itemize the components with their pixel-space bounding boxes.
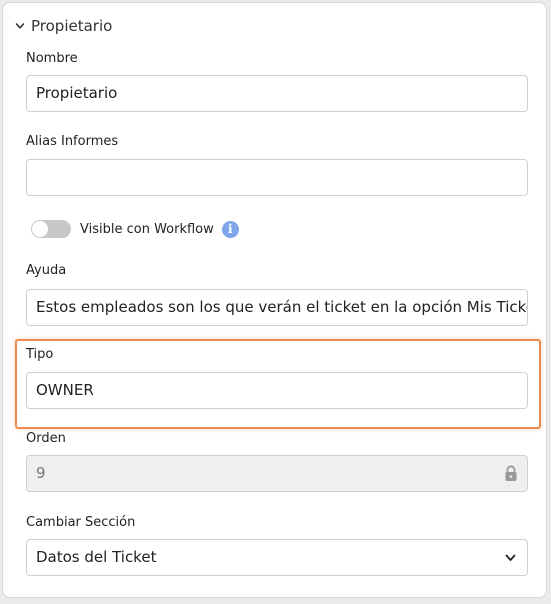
chevron-down-icon: [505, 554, 516, 561]
cambiar-seccion-value: Datos del Ticket: [36, 548, 157, 566]
orden-label: Orden: [26, 431, 66, 446]
orden-value: 9: [36, 464, 46, 482]
chevron-down-icon: [15, 23, 25, 29]
ayuda-input[interactable]: Estos empleados son los que verán el tic…: [26, 289, 528, 326]
properties-panel: Propietario Nombre Propietario Alias Inf…: [2, 2, 547, 598]
section-header-propietario[interactable]: Propietario: [15, 17, 112, 35]
alias-informes-label: Alias Informes: [26, 134, 119, 149]
alias-informes-input[interactable]: [26, 159, 528, 196]
visible-workflow-row: Visible con Workflow i: [31, 220, 239, 238]
tipo-label: Tipo: [26, 347, 54, 362]
cambiar-seccion-label: Cambiar Sección: [26, 515, 136, 530]
visible-workflow-label: Visible con Workflow: [80, 221, 214, 237]
info-icon[interactable]: i: [221, 220, 239, 238]
lock-icon: [505, 465, 517, 481]
orden-input: 9: [26, 455, 528, 492]
visible-workflow-toggle[interactable]: [31, 220, 71, 238]
toggle-knob: [32, 221, 48, 237]
tipo-input[interactable]: OWNER: [26, 372, 528, 409]
nombre-label: Nombre: [26, 51, 78, 66]
cambiar-seccion-select[interactable]: Datos del Ticket: [26, 539, 528, 576]
section-title: Propietario: [31, 17, 113, 35]
nombre-input[interactable]: Propietario: [26, 75, 528, 112]
ayuda-label: Ayuda: [26, 263, 67, 278]
